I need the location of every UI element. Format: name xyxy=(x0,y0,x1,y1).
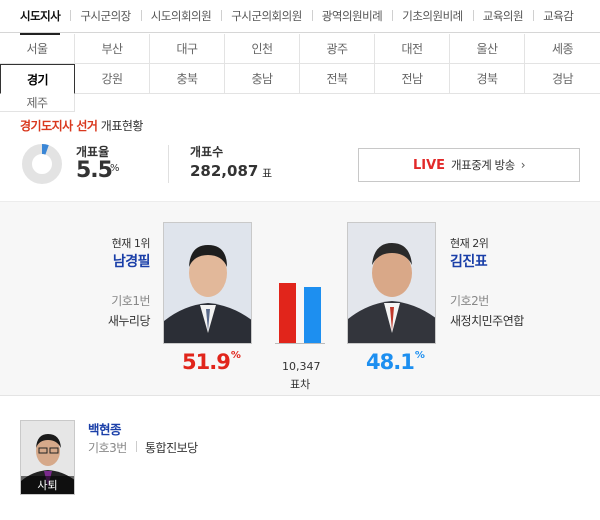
region-tab-gwangju[interactable]: 광주 xyxy=(300,34,375,64)
region-tab-jeonnam[interactable]: 전남 xyxy=(375,64,450,94)
region-tab-jeonbuk[interactable]: 전북 xyxy=(300,64,375,94)
divider xyxy=(168,145,169,183)
count-rate-donut xyxy=(21,143,63,185)
region-tab-ulsan[interactable]: 울산 xyxy=(450,34,525,64)
tab-local-council[interactable]: 구시군의회의원 xyxy=(221,8,312,24)
count-rate-unit: % xyxy=(110,163,120,174)
tab-provincial-council[interactable]: 시도의회의원 xyxy=(140,8,221,24)
vote-count-value: 282,087 xyxy=(190,162,259,180)
live-label: LIVE xyxy=(412,157,446,173)
candidate-1-rank: 현재 1위 xyxy=(111,237,151,250)
divider xyxy=(136,441,137,452)
live-button-text: 개표중계 방송 xyxy=(451,158,515,172)
candidate-2-party: 새정치민주연합 xyxy=(450,314,524,328)
vote-gap-label: 표차 xyxy=(290,378,311,391)
region-tab-seoul[interactable]: 서울 xyxy=(0,34,75,64)
candidate-2-rank: 현재 2위 xyxy=(450,237,489,250)
vote-count-unit: 표 xyxy=(262,167,273,180)
candidate-1-vote-bar xyxy=(279,283,296,343)
region-tab-daejeon[interactable]: 대전 xyxy=(375,34,450,64)
tab-mayor[interactable]: 구시군의장 xyxy=(70,8,140,24)
live-broadcast-button[interactable]: LIVE 개표중계 방송 › xyxy=(358,148,580,182)
candidate-2-number: 기호2번 xyxy=(450,294,489,308)
region-tab-jeju[interactable]: 제주 xyxy=(0,94,75,112)
region-tab-gyeongnam[interactable]: 경남 xyxy=(525,64,600,94)
region-tab-daegu[interactable]: 대구 xyxy=(150,34,225,64)
tab-governor[interactable]: 시도지사 xyxy=(8,8,70,35)
candidate-1-photo[interactable] xyxy=(163,222,252,344)
candidate-2-percent: 48.1% xyxy=(366,350,425,374)
region-tab-chungbuk[interactable]: 충북 xyxy=(150,64,225,94)
region-tab-incheon[interactable]: 인천 xyxy=(225,34,300,64)
tab-provincial-proportional[interactable]: 광역의원비례 xyxy=(311,8,392,24)
resigned-badge: 사퇴 xyxy=(21,476,74,494)
region-tab-sejong[interactable]: 세종 xyxy=(525,34,600,64)
election-title-suffix: 개표현황 xyxy=(100,119,144,133)
election-type-tabs: 시도지사 구시군의장 시도의회의원 구시군의회의원 광역의원비례 기초의원비례 … xyxy=(0,0,600,35)
region-tab-busan[interactable]: 부산 xyxy=(75,34,150,64)
region-tab-chungnam[interactable]: 충남 xyxy=(225,64,300,94)
candidate-1-number: 기호1번 xyxy=(111,294,150,308)
candidate-1-party: 새누리당 xyxy=(107,314,151,328)
tab-superintendent[interactable]: 교육감 xyxy=(533,8,583,24)
candidate-2-vote-bar xyxy=(304,287,321,343)
region-tab-gyeonggi[interactable]: 경기 xyxy=(0,64,75,94)
candidate-3-number: 기호3번 xyxy=(88,441,127,455)
candidate-3-name[interactable]: 백현종 xyxy=(88,419,122,438)
candidate-1-name[interactable]: 남경필 xyxy=(113,251,151,271)
candidate-3-party: 통합진보당 xyxy=(145,441,198,455)
bar-baseline xyxy=(275,343,325,344)
vote-count-label: 개표수 xyxy=(190,145,224,159)
candidate-2-photo[interactable] xyxy=(347,222,436,344)
election-title: 경기도지사 선거 xyxy=(20,119,98,133)
region-tab-gangwon[interactable]: 강원 xyxy=(75,64,150,94)
count-rate-value: 5.5 xyxy=(76,158,113,183)
region-tab-gyeongbuk[interactable]: 경북 xyxy=(450,64,525,94)
chevron-right-icon: › xyxy=(520,158,526,172)
page-title: 경기도지사 선거 개표현황 xyxy=(20,117,143,134)
vote-gap-value: 10,347 xyxy=(282,360,321,373)
candidate-1-percent: 51.9% xyxy=(182,350,241,374)
candidate-2-name[interactable]: 김진표 xyxy=(450,251,488,271)
region-tabs: 서울 부산 대구 인천 광주 대전 울산 세종 경기 강원 충북 충남 전북 전… xyxy=(0,34,600,112)
tab-education-council[interactable]: 교육의원 xyxy=(472,8,533,24)
tab-local-proportional[interactable]: 기초의원비례 xyxy=(392,8,472,24)
